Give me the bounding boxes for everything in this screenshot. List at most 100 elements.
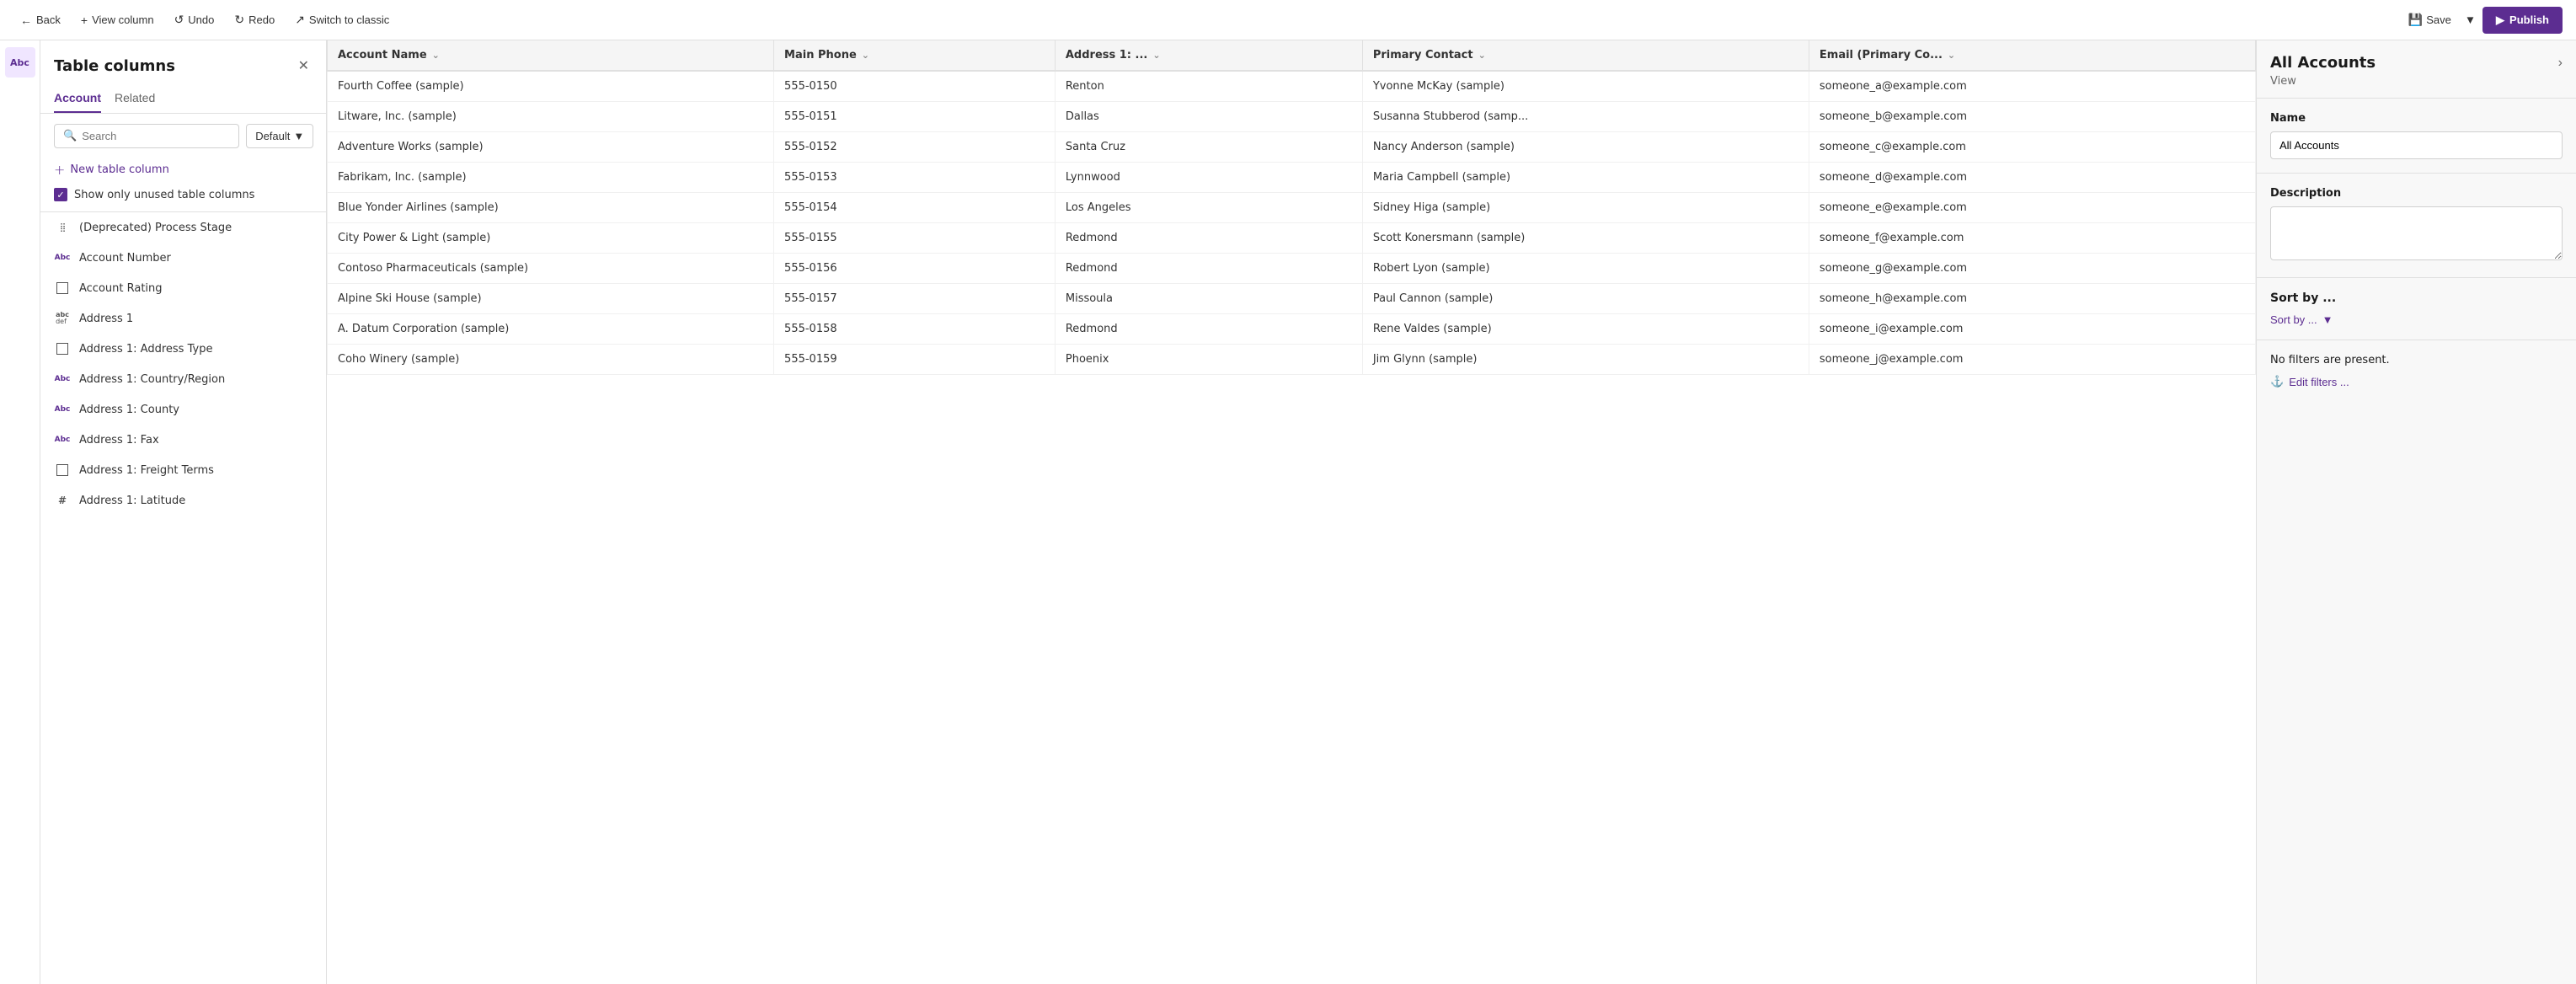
view-column-button[interactable]: + View column	[74, 8, 161, 32]
publish-icon: ▶	[2496, 13, 2504, 27]
center-area: Account Name⌄Main Phone⌄Address 1: ...⌄P…	[327, 40, 2256, 984]
col-type-icon: Abc	[54, 371, 71, 388]
back-button[interactable]: ← Back	[13, 8, 67, 32]
cell-address: Dallas	[1055, 102, 1362, 132]
col-label: Address 1: Address Type	[79, 343, 313, 356]
column-list-item[interactable]: Abc Address 1: County	[40, 394, 326, 425]
table-row[interactable]: A. Datum Corporation (sample)555-0158Red…	[328, 314, 2256, 345]
search-row: 🔍 Default ▼	[40, 114, 326, 158]
save-label: Save	[2426, 13, 2451, 26]
grid-header-primary_contact[interactable]: Primary Contact⌄	[1362, 40, 1809, 71]
nav-rail-abc-icon[interactable]: Abc	[5, 47, 35, 78]
save-icon: 💾	[2408, 13, 2423, 27]
cell-account_name: Litware, Inc. (sample)	[328, 102, 774, 132]
plus-icon: +	[81, 13, 88, 27]
sort-by-label: Sort by ...	[2270, 313, 2317, 326]
undo-icon: ↺	[174, 13, 184, 27]
redo-button[interactable]: ↻ Redo	[227, 8, 281, 32]
right-panel-expand-button[interactable]: ›	[2558, 56, 2563, 71]
column-list-item[interactable]: abcdef Address 1	[40, 303, 326, 334]
search-box: 🔍	[54, 124, 239, 148]
grid-body: Fourth Coffee (sample)555-0150RentonYvon…	[328, 71, 2256, 375]
description-textarea[interactable]	[2270, 206, 2563, 260]
save-dropdown-button[interactable]: ▼	[2461, 8, 2479, 31]
cell-account_name: Adventure Works (sample)	[328, 132, 774, 163]
search-input[interactable]	[82, 130, 230, 142]
grid-header-main_phone[interactable]: Main Phone⌄	[774, 40, 1056, 71]
grid-header-address[interactable]: Address 1: ...⌄	[1055, 40, 1362, 71]
edit-filters-button[interactable]: ⚓ Edit filters ...	[2270, 375, 2349, 388]
nav-rail: Abc	[0, 40, 40, 984]
cell-address: Redmond	[1055, 254, 1362, 284]
grid-table: Account Name⌄Main Phone⌄Address 1: ...⌄P…	[327, 40, 2256, 375]
table-row[interactable]: Fabrikam, Inc. (sample)555-0153LynnwoodM…	[328, 163, 2256, 193]
grid-header-account_name[interactable]: Account Name⌄	[328, 40, 774, 71]
new-column-row[interactable]: + New table column	[40, 158, 326, 184]
show-unused-row[interactable]: ✓ Show only unused table columns	[40, 184, 326, 211]
publish-label: Publish	[2509, 13, 2549, 26]
table-row[interactable]: Adventure Works (sample)555-0152Santa Cr…	[328, 132, 2256, 163]
col-header-label: Email (Primary Co...	[1820, 49, 1943, 62]
cell-primary_contact: Rene Valdes (sample)	[1362, 314, 1809, 345]
table-row[interactable]: Alpine Ski House (sample)555-0157Missoul…	[328, 284, 2256, 314]
right-panel-header: All Accounts ›	[2257, 40, 2576, 75]
column-list-item[interactable]: Abc Address 1: Fax	[40, 425, 326, 455]
chevron-down-icon: ▼	[2465, 13, 2476, 26]
column-list-item[interactable]: Address 1: Freight Terms	[40, 455, 326, 485]
publish-button[interactable]: ▶ Publish	[2482, 7, 2563, 34]
column-list-item[interactable]: Address 1: Address Type	[40, 334, 326, 364]
cell-primary_contact: Maria Campbell (sample)	[1362, 163, 1809, 193]
cell-email: someone_h@example.com	[1809, 284, 2255, 314]
column-list-item[interactable]: Account Rating	[40, 273, 326, 303]
switch-classic-button[interactable]: ↗ Switch to classic	[288, 8, 396, 32]
column-list-item[interactable]: Abc Account Number	[40, 243, 326, 273]
col-type-icon: abcdef	[54, 310, 71, 327]
abc-nav-icon: Abc	[10, 57, 29, 68]
sort-by-section: Sort by ... Sort by ... ▼	[2257, 277, 2576, 340]
cell-email: someone_c@example.com	[1809, 132, 2255, 163]
cell-address: Santa Cruz	[1055, 132, 1362, 163]
table-row[interactable]: Litware, Inc. (sample)555-0151DallasSusa…	[328, 102, 2256, 132]
table-row[interactable]: City Power & Light (sample)555-0155Redmo…	[328, 223, 2256, 254]
cell-email: someone_f@example.com	[1809, 223, 2255, 254]
cell-primary_contact: Sidney Higa (sample)	[1362, 193, 1809, 223]
tab-account[interactable]: Account	[54, 84, 101, 113]
sort-by-dropdown[interactable]: Sort by ... ▼	[2270, 313, 2333, 326]
name-input[interactable]	[2270, 131, 2563, 159]
show-unused-checkbox[interactable]: ✓	[54, 188, 67, 201]
default-dropdown[interactable]: Default ▼	[246, 124, 313, 148]
panel-header: Table columns ✕	[40, 40, 326, 84]
table-row[interactable]: Blue Yonder Airlines (sample)555-0154Los…	[328, 193, 2256, 223]
col-label: (Deprecated) Process Stage	[79, 222, 313, 234]
tab-related[interactable]: Related	[115, 84, 155, 113]
cell-main_phone: 555-0159	[774, 345, 1056, 375]
redo-label: Redo	[249, 13, 275, 26]
save-button[interactable]: 💾 Save	[2402, 8, 2458, 32]
column-list-item[interactable]: Abc Address 1: Country/Region	[40, 364, 326, 394]
switch-icon: ↗	[295, 13, 305, 27]
redo-icon: ↻	[234, 13, 244, 27]
close-panel-button[interactable]: ✕	[295, 54, 313, 78]
cell-email: someone_g@example.com	[1809, 254, 2255, 284]
col-header-label: Account Name	[338, 49, 427, 62]
toolbar-right: 💾 Save ▼ ▶ Publish	[2402, 7, 2563, 34]
col-label: Account Number	[79, 252, 313, 265]
main-layout: Abc Table columns ✕ Account Related 🔍 De…	[0, 40, 2576, 984]
cell-primary_contact: Paul Cannon (sample)	[1362, 284, 1809, 314]
column-list-item[interactable]: # Address 1: Latitude	[40, 485, 326, 516]
cell-address: Phoenix	[1055, 345, 1362, 375]
grid-header-email[interactable]: Email (Primary Co...⌄	[1809, 40, 2255, 71]
cell-email: someone_j@example.com	[1809, 345, 2255, 375]
cell-address: Redmond	[1055, 223, 1362, 254]
default-label: Default	[255, 130, 290, 142]
grid-scroll-wrap[interactable]: Account Name⌄Main Phone⌄Address 1: ...⌄P…	[327, 40, 2256, 984]
undo-button[interactable]: ↺ Undo	[168, 8, 222, 32]
col-type-icon: Abc	[54, 249, 71, 266]
table-row[interactable]: Fourth Coffee (sample)555-0150RentonYvon…	[328, 71, 2256, 102]
col-type-icon: #	[54, 492, 71, 509]
col-type-icon: Abc	[54, 401, 71, 418]
name-section: Name	[2257, 98, 2576, 173]
table-row[interactable]: Coho Winery (sample)555-0159PhoenixJim G…	[328, 345, 2256, 375]
column-list-item[interactable]: ⣿ (Deprecated) Process Stage	[40, 212, 326, 243]
table-row[interactable]: Contoso Pharmaceuticals (sample)555-0156…	[328, 254, 2256, 284]
